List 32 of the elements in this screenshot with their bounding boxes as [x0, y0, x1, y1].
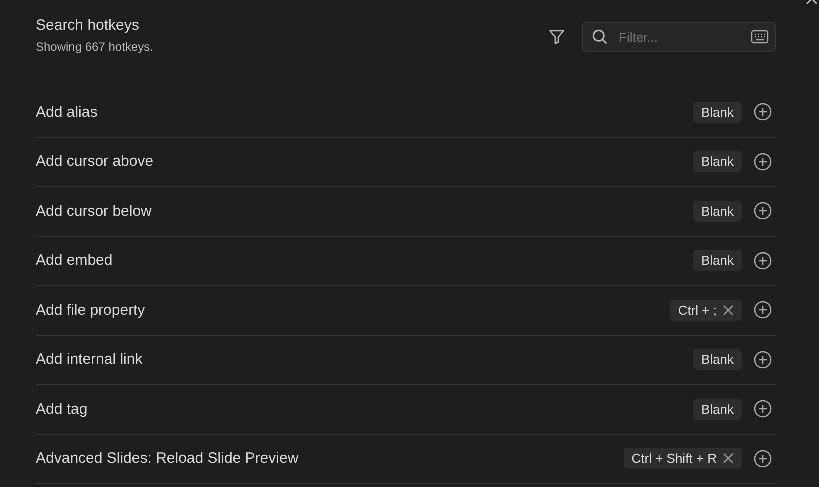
command-name: Add embed — [36, 252, 114, 270]
hotkey-badge: Blank — [693, 398, 742, 420]
filter-icon[interactable] — [548, 28, 566, 46]
add-hotkey-button[interactable] — [754, 301, 772, 320]
hotkey-label: Ctrl + ; — [678, 302, 717, 318]
command-name: Add alias — [36, 104, 99, 121]
command-name: Add cursor above — [36, 153, 155, 170]
hotkey-badge: Blank — [693, 102, 742, 123]
hotkey-label: Ctrl + Shift + R — [632, 451, 717, 466]
hotkey-count: Showing 667 hotkeys. — [36, 40, 154, 54]
hotkey-badge: Blank — [693, 250, 742, 272]
keyboard-icon[interactable] — [751, 30, 769, 44]
search-icon — [591, 28, 609, 46]
add-hotkey-button[interactable] — [754, 202, 772, 220]
command-name: Add file property — [36, 302, 146, 319]
command-name: Add cursor below — [36, 202, 153, 220]
add-hotkey-button[interactable] — [754, 450, 772, 468]
add-hotkey-button[interactable] — [754, 103, 772, 122]
add-hotkey-button[interactable] — [754, 400, 772, 418]
hotkey-badge: Blank — [693, 349, 742, 370]
add-hotkey-button[interactable] — [754, 152, 772, 171]
command-name: Add tag — [36, 400, 89, 418]
command-name: Advanced Slides: Reload Slide Preview — [36, 450, 300, 468]
command-name: Add internal link — [36, 351, 144, 368]
remove-hotkey-button[interactable] — [723, 453, 734, 464]
add-hotkey-button[interactable] — [754, 252, 772, 270]
filter-field[interactable]: Filter... — [582, 22, 776, 52]
hotkey-badge: Blank — [693, 151, 742, 172]
add-hotkey-button[interactable] — [754, 350, 772, 369]
remove-hotkey-button[interactable] — [723, 304, 734, 316]
hotkey-badge: Blank — [693, 200, 742, 222]
panel-title: Search hotkeys — [36, 17, 140, 34]
